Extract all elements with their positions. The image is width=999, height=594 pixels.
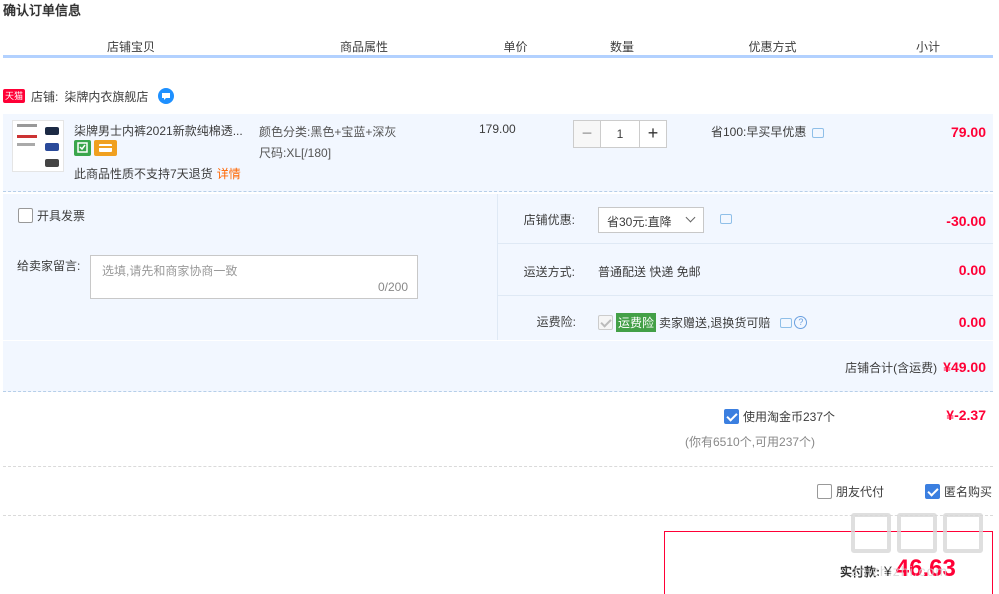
thumb-label (17, 135, 37, 138)
shop-discount-label: 店铺优惠: (523, 213, 575, 227)
invoice-label: 开具发票 (37, 209, 86, 223)
thumb-brand-logo (17, 124, 37, 127)
insurance-tag: 运费险 (616, 313, 657, 332)
shop-discount-select[interactable]: 省30元:直降 (598, 207, 704, 233)
invoice-checkbox[interactable] (18, 208, 33, 223)
column-header-shop-item: 店铺宝贝 (106, 40, 155, 54)
quantity-minus-button[interactable]: − (573, 120, 601, 148)
friend-pay-option[interactable]: 朋友代付 (817, 483, 884, 500)
column-header-price: 单价 (503, 40, 528, 54)
watermark-glyph (851, 513, 891, 553)
chevron-down-icon (685, 212, 696, 223)
shop-name-link[interactable]: 柒牌内衣旗舰店 (64, 88, 148, 105)
watermark-glyph (943, 513, 983, 553)
friend-pay-checkbox[interactable] (817, 484, 832, 499)
message-char-count: 0/200 (377, 280, 408, 294)
column-header-subtotal: 小计 (915, 40, 940, 54)
watermark-glyph (897, 513, 937, 553)
item-title-link[interactable]: 柒牌男士内裤2021新款纯棉透... (74, 122, 252, 139)
tmall-badge-icon: 天猫 (3, 89, 26, 103)
watermark-logo (851, 513, 993, 553)
coins-label: 使用淘金币237个 (743, 410, 836, 424)
invoice-option[interactable]: 开具发票 (18, 207, 85, 224)
insurance-text: 卖家赠送,退换货可赔 (659, 316, 771, 330)
credit-card-icon[interactable] (94, 140, 117, 156)
options-row-divider (498, 243, 993, 244)
coins-checkbox[interactable] (724, 409, 739, 424)
column-header-row: 店铺宝贝 商品属性 单价 数量 优惠方式 小计 (3, 36, 993, 58)
coins-amount: ¥-2.37 (946, 407, 986, 423)
column-header-discount: 优惠方式 (748, 40, 797, 54)
details-link[interactable]: 详情 (217, 167, 241, 181)
guarantee-icon[interactable] (74, 140, 91, 156)
page-title: 确认订单信息 (3, 3, 82, 18)
section-divider (3, 466, 993, 467)
shipping-method: 普通配送 快递 免邮 (598, 265, 701, 279)
message-placeholder: 选填,请先和商家协商一致 (102, 264, 238, 278)
item-attr-size: 尺码:XL[/180] (259, 146, 332, 160)
site-watermark: zhizhizhi.com (851, 513, 993, 594)
anonymous-purchase-option[interactable]: 匿名购买 (925, 483, 992, 500)
options-row-divider (498, 295, 993, 296)
shop-total-amount: ¥49.00 (943, 359, 986, 375)
quantity-stepper: − 1 + (573, 120, 667, 148)
coins-note: (你有6510个,可用237个) (685, 435, 816, 449)
promo-info-icon[interactable] (812, 127, 825, 138)
shop-discount-selected: 省30元:直降 (607, 215, 672, 229)
insurance-checkbox (598, 315, 613, 330)
help-icon[interactable]: ? (794, 316, 808, 329)
thumb-brief-grey (45, 159, 59, 167)
options-divider (497, 194, 498, 340)
shipping-label: 运送方式: (523, 265, 575, 279)
insurance-chat-icon[interactable] (780, 317, 793, 328)
shop-total-label: 店铺合计(含运费) (845, 361, 938, 375)
item-unit-price: 179.00 (479, 122, 516, 136)
shop-discount-amount: -30.00 (946, 213, 986, 229)
no-7day-return-note: 此商品性质不支持7天退货 详情 (74, 165, 241, 182)
thumb-brief-black (45, 127, 59, 135)
section-divider (3, 515, 993, 516)
item-subtotal: 79.00 (950, 124, 986, 140)
shipping-amount: 0.00 (958, 262, 986, 278)
shop-row: 天猫 店铺: 柒牌内衣旗舰店 (3, 86, 175, 106)
insurance-label: 运费险: (536, 315, 576, 329)
column-header-attributes: 商品属性 (339, 40, 388, 54)
quantity-input[interactable]: 1 (601, 120, 639, 148)
chat-wangwang-icon[interactable] (158, 88, 175, 104)
product-thumbnail[interactable] (12, 120, 64, 172)
coins-option[interactable]: 使用淘金币237个 (724, 408, 835, 425)
shop-total: 店铺合计(含运费) ¥49.00 (845, 359, 986, 376)
item-attr-color: 颜色分类:黑色+宝蓝+深灰 (259, 125, 397, 139)
friend-pay-label: 朋友代付 (836, 485, 885, 499)
anonymous-checkbox[interactable] (925, 484, 940, 499)
quantity-plus-button[interactable]: + (639, 120, 667, 148)
promo-text: 省100:早买早优惠 (711, 125, 807, 139)
watermark-text: zhizhizhi.com (851, 563, 949, 579)
insurance-amount: 0.00 (958, 314, 986, 330)
thumb-brief-blue (45, 143, 59, 151)
column-header-quantity: 数量 (609, 40, 634, 54)
no-return-text: 此商品性质不支持7天退货 (74, 167, 213, 181)
thumb-label (17, 143, 35, 146)
shop-label: 店铺: (31, 89, 59, 104)
seller-message-textarea[interactable]: 选填,请先和商家协商一致 0/200 (90, 255, 418, 299)
insurance-option: 运费险 卖家赠送,退换货可赔 ? (598, 313, 808, 332)
discount-info-icon[interactable] (720, 214, 732, 224)
promo-discount: 省100:早买早优惠 (711, 123, 825, 140)
anonymous-label: 匿名购买 (944, 485, 993, 499)
message-label: 给卖家留言: (17, 259, 81, 273)
